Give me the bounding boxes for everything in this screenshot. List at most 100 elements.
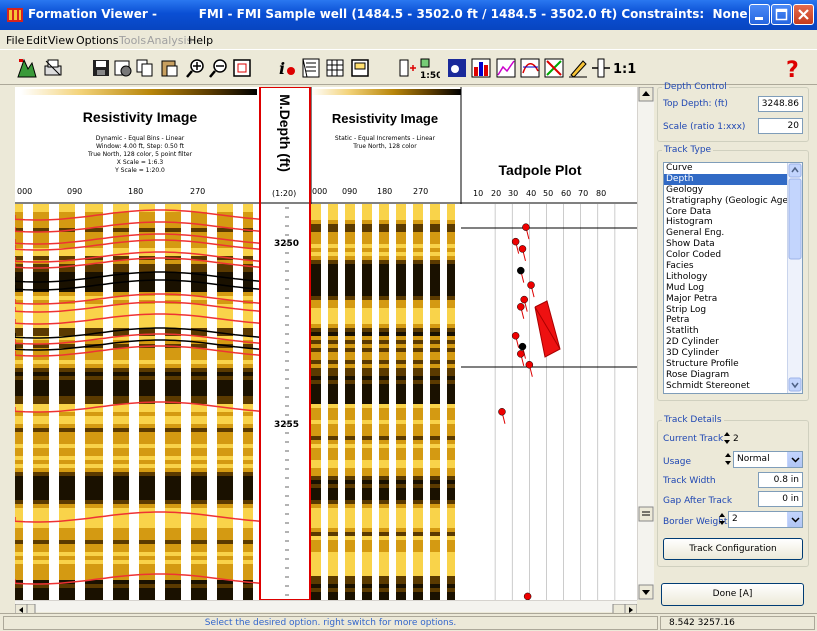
list-item[interactable]: Stratigraphy (Geologic Age) — [664, 196, 802, 207]
tadpole-point — [517, 303, 525, 311]
vertical-scrollbar[interactable] — [637, 86, 654, 600]
layout-button[interactable] — [349, 57, 371, 79]
list-item[interactable]: Petra — [664, 315, 802, 326]
track-add-button[interactable] — [396, 57, 418, 79]
track-list-button[interactable] — [300, 57, 322, 79]
list-item[interactable]: Strip Log — [664, 305, 802, 316]
top-depth-input[interactable]: 3248.86 — [758, 96, 803, 112]
print-button[interactable] — [42, 57, 64, 79]
pad-gap — [455, 204, 462, 600]
list-item[interactable]: Show Data — [664, 239, 802, 250]
paste-icon — [161, 60, 178, 77]
list-item[interactable]: Rose Diagram — [664, 370, 802, 381]
histogram-button[interactable] — [470, 57, 492, 79]
rose-diagram-icon — [520, 58, 540, 78]
svg-text:i: i — [279, 59, 285, 78]
list-item[interactable]: General Eng. — [664, 228, 802, 239]
maximize-button[interactable] — [771, 4, 792, 25]
track-configuration-button[interactable]: Track Configuration — [663, 538, 803, 560]
properties-button[interactable] — [112, 57, 134, 79]
list-item[interactable]: Histogram — [664, 217, 802, 228]
list-item-selected[interactable]: Depth — [664, 173, 802, 185]
list-scrollbar[interactable] — [787, 163, 802, 393]
image-band — [311, 552, 461, 556]
list-item[interactable]: Mud Log — [664, 283, 802, 294]
list-item[interactable]: Core Data — [664, 207, 802, 218]
scale-ratio-input[interactable]: 20 — [758, 118, 803, 134]
zoom-in-button[interactable] — [185, 57, 207, 79]
track-type-list[interactable]: Curve Depth Geology Stratigraphy (Geolog… — [663, 162, 803, 394]
pad-gap — [389, 204, 396, 600]
zoom-out-button[interactable] — [208, 57, 230, 79]
rose-button[interactable] — [519, 57, 541, 79]
fit-button[interactable] — [231, 57, 253, 79]
layout-icon — [351, 59, 369, 77]
current-track-label: Current Track — [663, 434, 724, 444]
menu-options[interactable]: Options — [76, 34, 118, 47]
tracks-canvas — [15, 87, 637, 600]
list-item[interactable]: Curve — [664, 163, 802, 174]
image-band — [311, 448, 461, 452]
image-band — [311, 548, 461, 552]
pencil-button[interactable] — [567, 57, 589, 79]
menu-analysis[interactable]: Analysis — [147, 34, 192, 47]
current-track-spinner[interactable] — [723, 430, 731, 446]
map-tool-button[interactable] — [16, 57, 38, 79]
tadpole-button[interactable] — [446, 57, 468, 79]
list-item[interactable]: Lithology — [664, 272, 802, 283]
image-band — [311, 580, 461, 584]
pad-gap — [406, 204, 413, 600]
printer-icon — [44, 59, 62, 76]
scale-150-button[interactable]: 1:50 — [418, 57, 442, 81]
done-button[interactable]: Done [A] — [661, 583, 804, 606]
crossplot-button[interactable] — [495, 57, 517, 79]
maximize-icon — [775, 8, 788, 21]
help-button[interactable]: ? — [782, 57, 804, 83]
info-icon: i — [279, 59, 295, 78]
split-button[interactable] — [590, 57, 612, 79]
menu-tools[interactable]: Tools — [119, 34, 146, 47]
scale-11-button[interactable]: 1:1 — [612, 57, 638, 79]
list-item[interactable]: Major Petra — [664, 294, 802, 305]
track-width-input[interactable]: 0.8 in — [758, 472, 803, 488]
list-item[interactable]: Geology — [664, 185, 802, 196]
tadpole-point — [523, 592, 532, 600]
menu-help[interactable]: Help — [188, 34, 213, 47]
copy-button[interactable] — [134, 57, 156, 79]
menu-file[interactable]: File — [6, 34, 24, 47]
list-item[interactable]: Facies — [664, 261, 802, 272]
log-plot-area[interactable]: Resistivity Image Dynamic - Equal Bins -… — [15, 87, 637, 600]
image-band — [311, 380, 461, 384]
save-button[interactable] — [90, 57, 112, 79]
image-band — [311, 384, 461, 388]
list-item[interactable]: Structure Profile — [664, 359, 802, 370]
image-band — [311, 400, 461, 404]
menu-edit[interactable]: Edit — [26, 34, 47, 47]
cylinder-button[interactable] — [543, 57, 565, 79]
image-band — [311, 444, 461, 448]
border-weight-select[interactable]: 2 — [728, 511, 803, 528]
minimize-button[interactable] — [749, 4, 770, 25]
image-band — [311, 312, 461, 316]
close-button[interactable] — [793, 4, 814, 25]
gap-after-track-input[interactable]: 0 in — [758, 491, 803, 507]
info-button[interactable]: i — [276, 57, 298, 79]
menu-view[interactable]: View — [48, 34, 74, 47]
azimuth-arrow — [534, 300, 561, 358]
paste-button[interactable] — [158, 57, 180, 79]
app-icon — [7, 8, 23, 22]
horizontal-scrollbar[interactable] — [14, 600, 638, 616]
usage-select[interactable]: Normal — [733, 451, 803, 468]
image-band — [311, 472, 461, 476]
current-track-value: 2 — [733, 434, 739, 444]
usage-spinner[interactable] — [724, 451, 732, 467]
border-weight-spinner[interactable] — [718, 511, 726, 527]
grid-button[interactable] — [324, 57, 346, 79]
list-item[interactable]: Schmidt Stereonet — [664, 381, 802, 392]
list-item[interactable]: 2D Cylinder — [664, 337, 802, 348]
list-item[interactable]: Statlith — [664, 326, 802, 337]
list-item[interactable]: Color Coded — [664, 250, 802, 261]
gap-after-track-label: Gap After Track — [663, 496, 733, 506]
image-band — [311, 276, 461, 280]
list-item[interactable]: 3D Cylinder — [664, 348, 802, 359]
